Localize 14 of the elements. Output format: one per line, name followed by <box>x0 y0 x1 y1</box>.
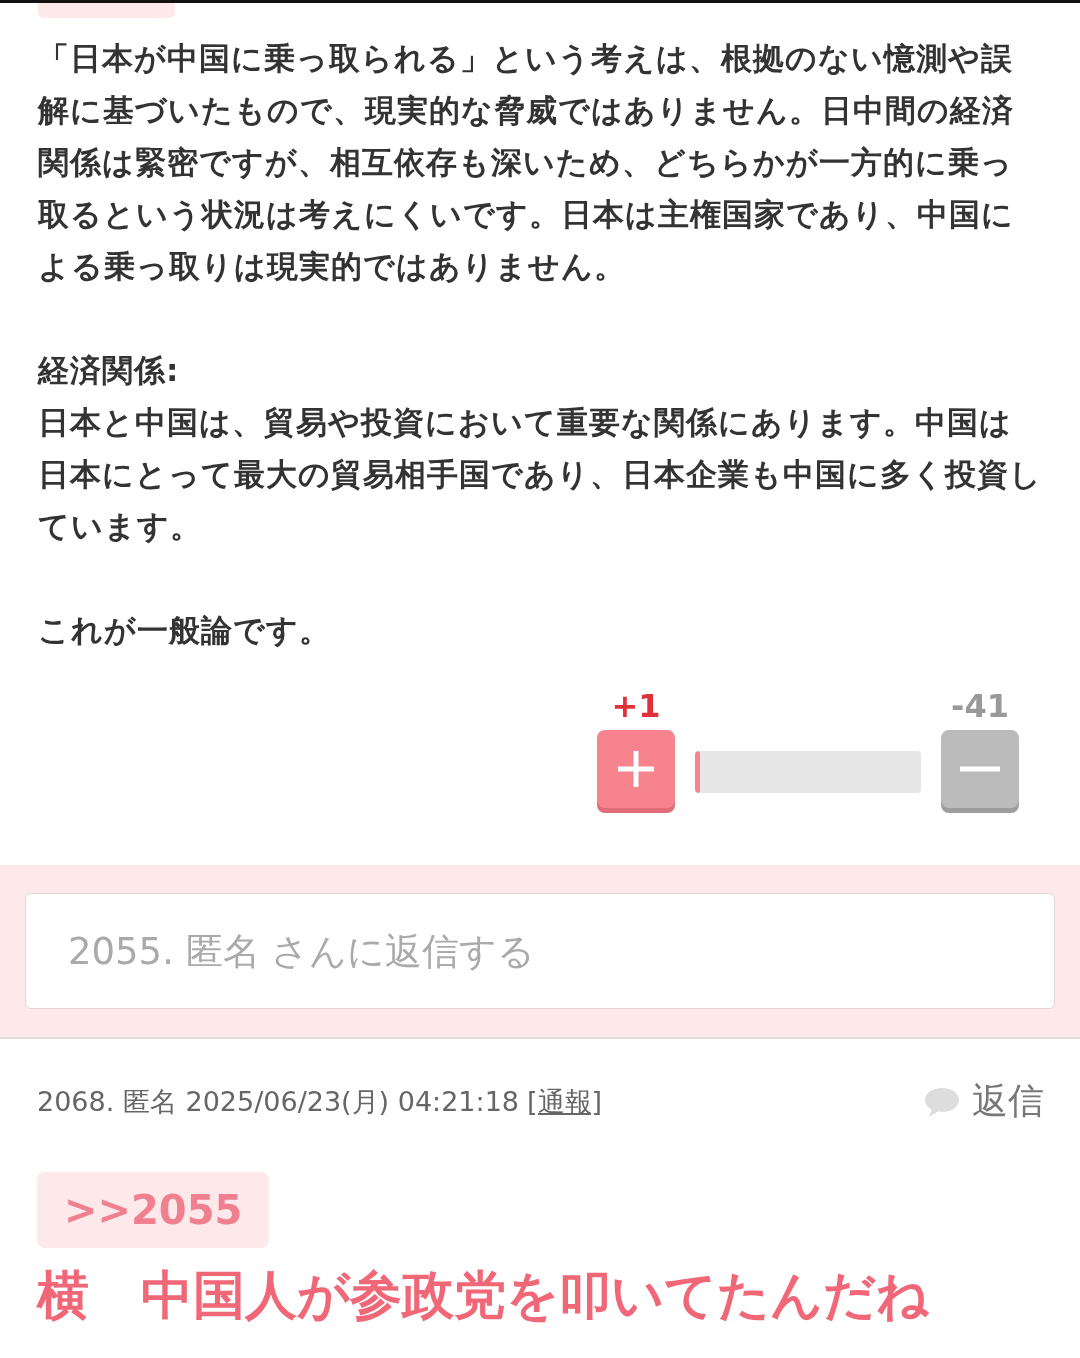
speech-bubble-icon <box>924 1085 960 1118</box>
comment-meta: 2068. 匿名 2025/06/23(月) 04:21:18 <box>37 1084 519 1119</box>
reply-input[interactable]: 2055. 匿名 さんに返信する <box>25 893 1055 1009</box>
post-text: 経済関係: <box>38 351 181 390</box>
comment-text: 横 中国人が参政党を叩いてたんだね <box>37 1264 930 1327</box>
reply-button[interactable]: 返信 <box>924 1077 1044 1126</box>
post-text: 日本と中国は、貿易や投資において重要な関係にあります。中国は日本にとって最大の貿易相手国であり、日本企業も中国に多く投資しています。 <box>38 403 1042 546</box>
post-text: これが一般論です。 <box>38 611 332 650</box>
report-link[interactable]: [通報] <box>527 1083 603 1120</box>
plus-icon <box>616 749 656 789</box>
post-text: 「日本が中国に乗っ取られる」という考えは、根拠のない憶測や誤解に基づいたもので、現実的な脅威ではありません。日中間の経済関係は緊密ですが、相互依存も深いため、どちらかが一方的に乗っ取るという状況は考えにくいです。日本は主権国家であり、中国による乗っ取りは現実的ではありません。 <box>38 39 1015 286</box>
plus-count: +1 <box>611 686 661 726</box>
minus-count: -41 <box>951 686 1009 726</box>
minus-icon <box>960 766 1000 772</box>
